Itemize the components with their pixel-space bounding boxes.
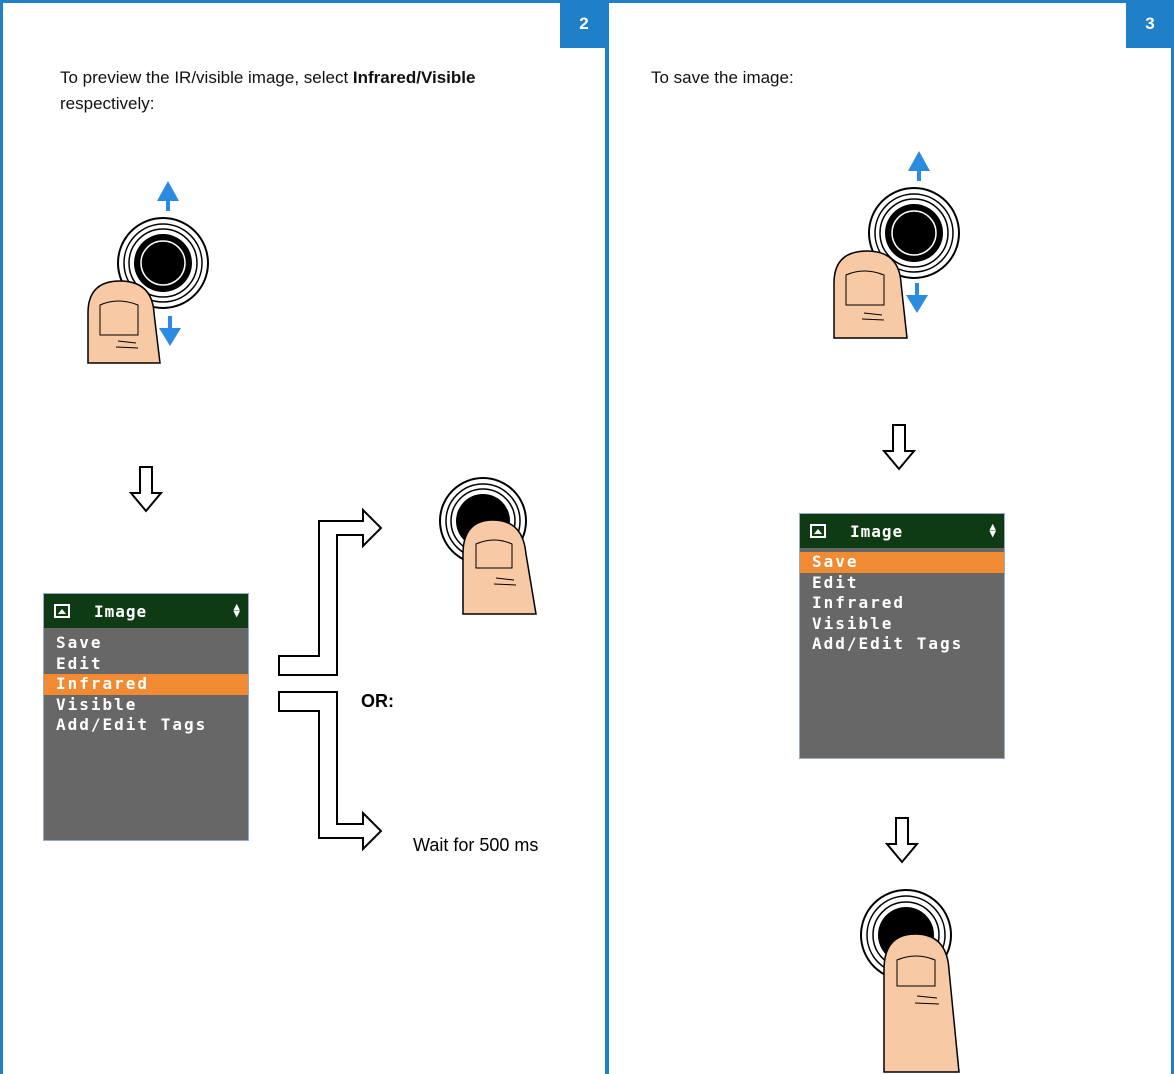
arrow-down-icon — [159, 316, 181, 346]
menu-header: Image ▲ ▼ — [800, 514, 1004, 548]
step-panel-2: 2 To preview the IR/visible image, selec… — [0, 0, 608, 1074]
arrow-up-icon — [157, 181, 179, 211]
menu-item-save[interactable]: Save — [800, 552, 1004, 573]
menu-item-add-edit-tags[interactable]: Add/Edit Tags — [800, 634, 1004, 655]
image-icon — [54, 604, 70, 618]
menu-item-infrared[interactable]: Infrared — [800, 593, 1004, 614]
arrow-up-icon — [908, 151, 930, 181]
menu-item-add-edit-tags[interactable]: Add/Edit Tags — [44, 715, 248, 736]
joystick-scroll-illustration — [833, 151, 960, 339]
down-flow-arrow-icon — [884, 817, 920, 864]
instruction-text: To save the image: — [651, 68, 794, 87]
step-number: 2 — [560, 0, 608, 48]
joystick-press-illustration — [860, 889, 960, 1073]
menu-title: Image — [850, 521, 904, 541]
thumb-icon — [833, 250, 908, 339]
option-infrared: Infrared — [352, 68, 417, 87]
branch-arrows — [278, 507, 383, 852]
menu-item-visible[interactable]: Visible — [44, 695, 248, 716]
scroll-indicator-icon: ▲ ▼ — [989, 520, 996, 540]
device-menu: Image ▲ ▼ Save Edit Infrared Visible Add/… — [43, 593, 249, 841]
joystick-scroll-illustration — [87, 181, 209, 364]
instruction-text: To preview the IR/visible image, select … — [60, 68, 476, 113]
image-icon — [810, 524, 826, 538]
menu-item-edit[interactable]: Edit — [800, 573, 1004, 594]
down-flow-arrow-icon — [128, 466, 164, 513]
or-label: OR: — [361, 691, 394, 711]
scroll-indicator-icon: ▲ ▼ — [233, 600, 240, 620]
thumb-icon — [883, 933, 960, 1073]
menu-item-save[interactable]: Save — [44, 633, 248, 654]
menu-title: Image — [94, 601, 148, 621]
menu-item-infrared[interactable]: Infrared — [44, 674, 248, 695]
down-flow-arrow-icon — [881, 424, 917, 471]
menu-item-edit[interactable]: Edit — [44, 654, 248, 675]
device-menu: Image ▲ ▼ Save Edit Infrared Visible Add/… — [799, 513, 1005, 759]
arrow-down-icon — [906, 283, 928, 313]
joystick-press-illustration — [439, 477, 537, 615]
option-visible: Visible — [420, 68, 476, 87]
step-panel-3: 3 To save the image: Image ▲▼ Save Edit — [606, 0, 1174, 1074]
menu-header: Image ▲ ▼ — [44, 594, 248, 628]
wait-label: Wait for 500 ms — [413, 835, 539, 855]
step-number: 3 — [1126, 0, 1174, 48]
thumb-icon — [462, 519, 537, 615]
menu-item-visible[interactable]: Visible — [800, 614, 1004, 635]
